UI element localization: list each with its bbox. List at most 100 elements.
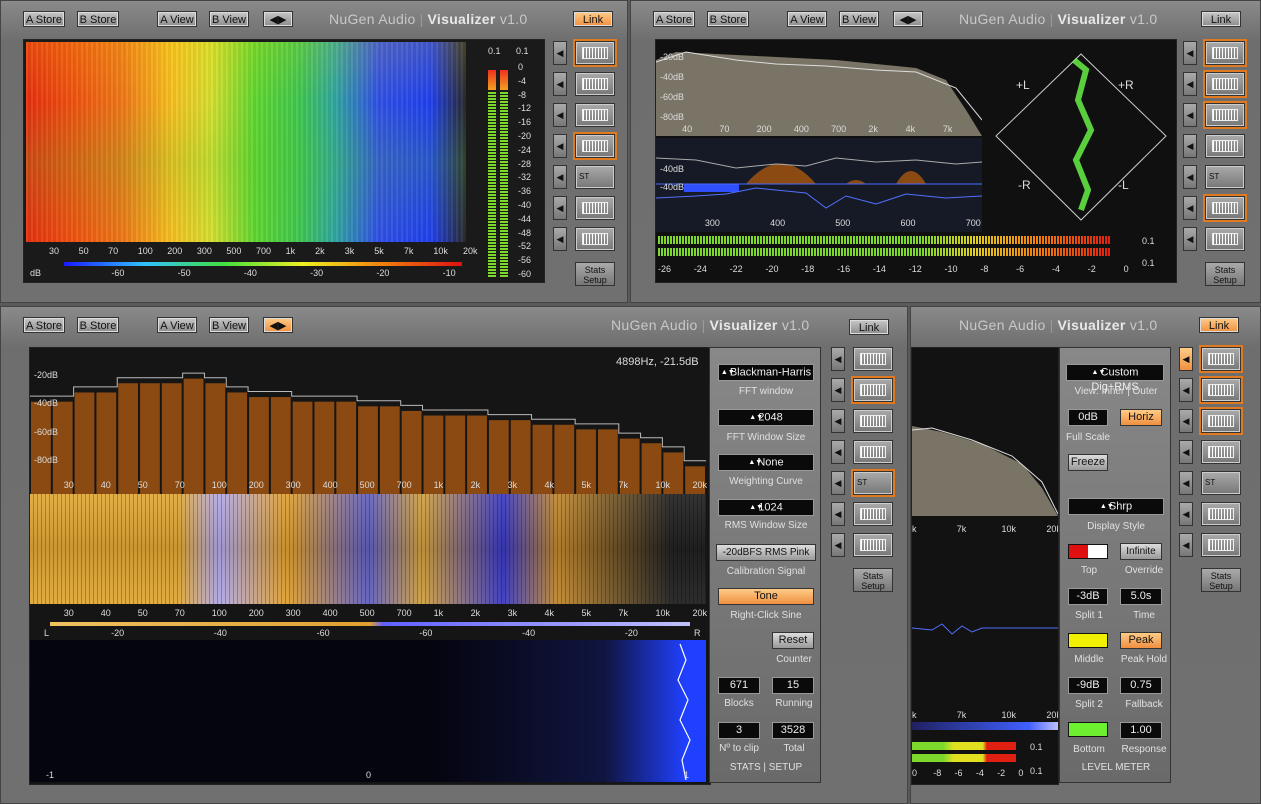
top-color-swatch[interactable] (1068, 544, 1108, 559)
mode-bars-icon[interactable] (1201, 347, 1241, 371)
collapse-arrow-icon[interactable]: ◀ (553, 196, 567, 220)
calibration-button[interactable]: -20dBFS RMS Pink (716, 544, 816, 561)
b-store-button[interactable]: B Store (77, 11, 119, 27)
split1-value[interactable]: -3dB (1068, 588, 1108, 605)
plus-minus-diamond-icon[interactable] (575, 196, 615, 220)
weighting-select[interactable]: ▲▼None (718, 454, 814, 471)
phase-scale-icon[interactable] (575, 227, 615, 251)
link-button[interactable]: Link (573, 11, 613, 27)
collapse-arrow-icon[interactable]: ◀ (553, 227, 567, 251)
stats-setup-button[interactable]: Stats Setup (1205, 262, 1245, 286)
infinite-button[interactable]: Infinite (1120, 543, 1162, 560)
link-button[interactable]: Link (849, 319, 889, 335)
b-view-button[interactable]: B View (209, 11, 249, 27)
b-store-button[interactable]: B Store (77, 317, 119, 333)
mode-small-spectrum-icon[interactable] (853, 409, 893, 433)
split2-value[interactable]: -9dB (1068, 677, 1108, 694)
view-select[interactable]: ▲▼Custom Dig+RMS (1066, 364, 1164, 393)
collapse-arrow-icon[interactable]: ◀ (1179, 409, 1193, 433)
mode-fine-bars-icon[interactable] (575, 134, 615, 158)
swap-view-button[interactable]: ◀▶ (893, 11, 923, 27)
stereo-icon[interactable]: ST (853, 471, 893, 495)
reset-counter-button[interactable]: Reset (772, 632, 814, 649)
fft-window-select[interactable]: ▲▼Blackman-Harris (718, 364, 814, 381)
full-scale-value[interactable]: 0dB (1068, 409, 1108, 426)
collapse-arrow-icon[interactable]: ◀ (1183, 72, 1197, 96)
collapse-arrow-icon[interactable]: ◀ (1179, 533, 1193, 557)
time-value[interactable]: 5.0s (1120, 588, 1162, 605)
fallback-value[interactable]: 0.75 (1120, 677, 1162, 694)
mode-bars-icon[interactable] (575, 41, 615, 65)
a-view-button[interactable]: A View (157, 317, 197, 333)
phase-scale-icon[interactable] (1205, 227, 1245, 251)
display-style-select[interactable]: ▲▼Shrp (1068, 498, 1164, 515)
a-store-button[interactable]: A Store (653, 11, 695, 27)
a-store-button[interactable]: A Store (23, 11, 65, 27)
response-value[interactable]: 1.00 (1120, 722, 1162, 739)
b-view-button[interactable]: B View (209, 317, 249, 333)
collapse-arrow-icon[interactable]: ◀ (1183, 134, 1197, 158)
mode-small-spectrum-icon[interactable] (1201, 409, 1241, 433)
mode-small-spectrum-icon[interactable] (1205, 103, 1245, 127)
mode-fine-bars-icon[interactable] (853, 440, 893, 464)
collapse-arrow-icon[interactable]: ◀ (553, 103, 567, 127)
collapse-arrow-icon[interactable]: ◀ (831, 533, 845, 557)
collapse-arrow-icon[interactable]: ◀ (1183, 227, 1197, 251)
swap-view-button[interactable]: ◀▶ (263, 317, 293, 333)
rms-size-select[interactable]: ▲▼1024 (718, 499, 814, 516)
stats-setup-button[interactable]: Stats Setup (1201, 568, 1241, 592)
bottom-color-swatch[interactable] (1068, 722, 1108, 737)
collapse-arrow-icon[interactable]: ◀ (831, 471, 845, 495)
collapse-arrow-icon[interactable]: ◀ (831, 409, 845, 433)
middle-color-swatch[interactable] (1068, 633, 1108, 648)
mode-bars-icon[interactable] (853, 347, 893, 371)
stereo-icon[interactable]: ST (1205, 165, 1245, 189)
plus-minus-diamond-icon[interactable] (853, 502, 893, 526)
freeze-button[interactable]: Freeze (1068, 454, 1108, 471)
b-store-button[interactable]: B Store (707, 11, 749, 27)
collapse-arrow-icon[interactable]: ◀ (553, 165, 567, 189)
phase-scale-icon[interactable] (1201, 533, 1241, 557)
collapse-arrow-icon[interactable]: ◀ (553, 72, 567, 96)
collapse-arrow-icon[interactable]: ◀ (1179, 347, 1193, 371)
mode-small-spectrum-icon[interactable] (575, 103, 615, 127)
stats-setup-button[interactable]: Stats Setup (575, 262, 615, 286)
mode-fine-bars-icon[interactable] (1201, 440, 1241, 464)
collapse-arrow-icon[interactable]: ◀ (1183, 41, 1197, 65)
collapse-arrow-icon[interactable]: ◀ (831, 440, 845, 464)
collapse-arrow-icon[interactable]: ◀ (553, 41, 567, 65)
stereo-icon[interactable]: ST (575, 165, 615, 189)
collapse-arrow-icon[interactable]: ◀ (831, 502, 845, 526)
a-view-button[interactable]: A View (157, 11, 197, 27)
collapse-arrow-icon[interactable]: ◀ (1179, 378, 1193, 402)
collapse-arrow-icon[interactable]: ◀ (1179, 502, 1193, 526)
collapse-arrow-icon[interactable]: ◀ (1179, 471, 1193, 495)
mode-bars-icon[interactable] (1205, 41, 1245, 65)
a-store-button[interactable]: A Store (23, 317, 65, 333)
fft-size-select[interactable]: ▲▼2048 (718, 409, 814, 426)
plus-minus-diamond-icon[interactable] (1201, 502, 1241, 526)
peak-button[interactable]: Peak (1120, 632, 1162, 649)
collapse-arrow-icon[interactable]: ◀ (1179, 440, 1193, 464)
collapse-arrow-icon[interactable]: ◀ (1183, 103, 1197, 127)
mode-spectrum-icon[interactable] (853, 378, 893, 402)
plus-minus-diamond-icon[interactable] (1205, 196, 1245, 220)
mode-spectrum-icon[interactable] (575, 72, 615, 96)
link-button[interactable]: Link (1201, 11, 1241, 27)
collapse-arrow-icon[interactable]: ◀ (831, 347, 845, 371)
phase-scale-icon[interactable] (853, 533, 893, 557)
collapse-arrow-icon[interactable]: ◀ (831, 378, 845, 402)
collapse-arrow-icon[interactable]: ◀ (1183, 165, 1197, 189)
collapse-arrow-icon[interactable]: ◀ (1183, 196, 1197, 220)
swap-view-button[interactable]: ◀▶ (263, 11, 293, 27)
stereo-icon[interactable]: ST (1201, 471, 1241, 495)
mode-fine-bars-icon[interactable] (1205, 134, 1245, 158)
tone-button[interactable]: Tone (718, 588, 814, 605)
a-view-button[interactable]: A View (787, 11, 827, 27)
collapse-arrow-icon[interactable]: ◀ (553, 134, 567, 158)
link-button[interactable]: Link (1199, 317, 1239, 333)
horiz-button[interactable]: Horiz (1120, 409, 1162, 426)
stats-setup-button[interactable]: Stats Setup (853, 568, 893, 592)
mode-spectrum-icon[interactable] (1205, 72, 1245, 96)
mode-spectrum-icon[interactable] (1201, 378, 1241, 402)
